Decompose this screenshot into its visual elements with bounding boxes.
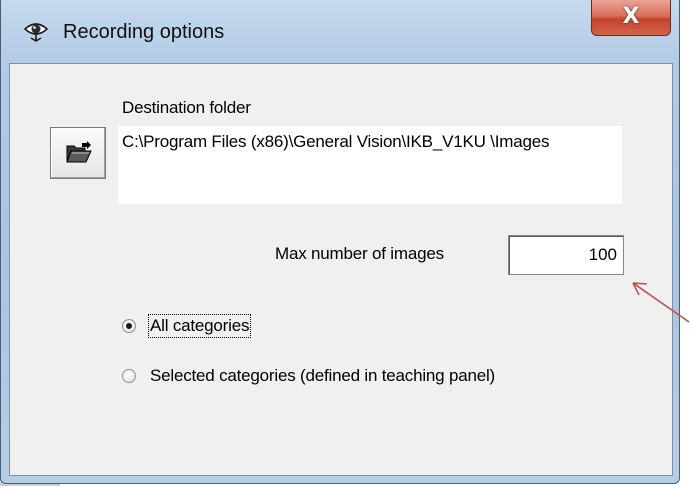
title-bar[interactable]: Recording options X	[1, 0, 679, 62]
destination-folder-label: Destination folder	[122, 98, 251, 117]
destination-path-text: C:\Program Files (x86)\General Vision\IK…	[122, 132, 550, 151]
radio-all-categories-label: All categories	[147, 314, 252, 338]
close-icon: X	[622, 4, 640, 29]
radio-button-checked[interactable]	[122, 319, 136, 333]
open-folder-icon	[66, 141, 92, 163]
radio-all-categories[interactable]: All categories	[122, 314, 252, 338]
browse-folder-button[interactable]	[50, 127, 106, 179]
radio-selected-categories[interactable]: Selected categories (defined in teaching…	[122, 366, 495, 386]
eye-icon	[23, 23, 49, 42]
close-button[interactable]: X	[591, 0, 671, 36]
max-images-input[interactable]	[508, 235, 624, 275]
max-images-label: Max number of images	[275, 244, 444, 263]
radio-selected-categories-label: Selected categories (defined in teaching…	[150, 366, 496, 385]
window-title: Recording options	[63, 21, 225, 43]
recording-options-dialog: Recording options X Destination folder C…	[0, 0, 680, 484]
dialog-client-area: Destination folder C:\Program Files (x86…	[9, 63, 673, 476]
destination-path-field[interactable]: C:\Program Files (x86)\General Vision\IK…	[118, 126, 622, 204]
radio-button-unchecked[interactable]	[122, 369, 136, 383]
